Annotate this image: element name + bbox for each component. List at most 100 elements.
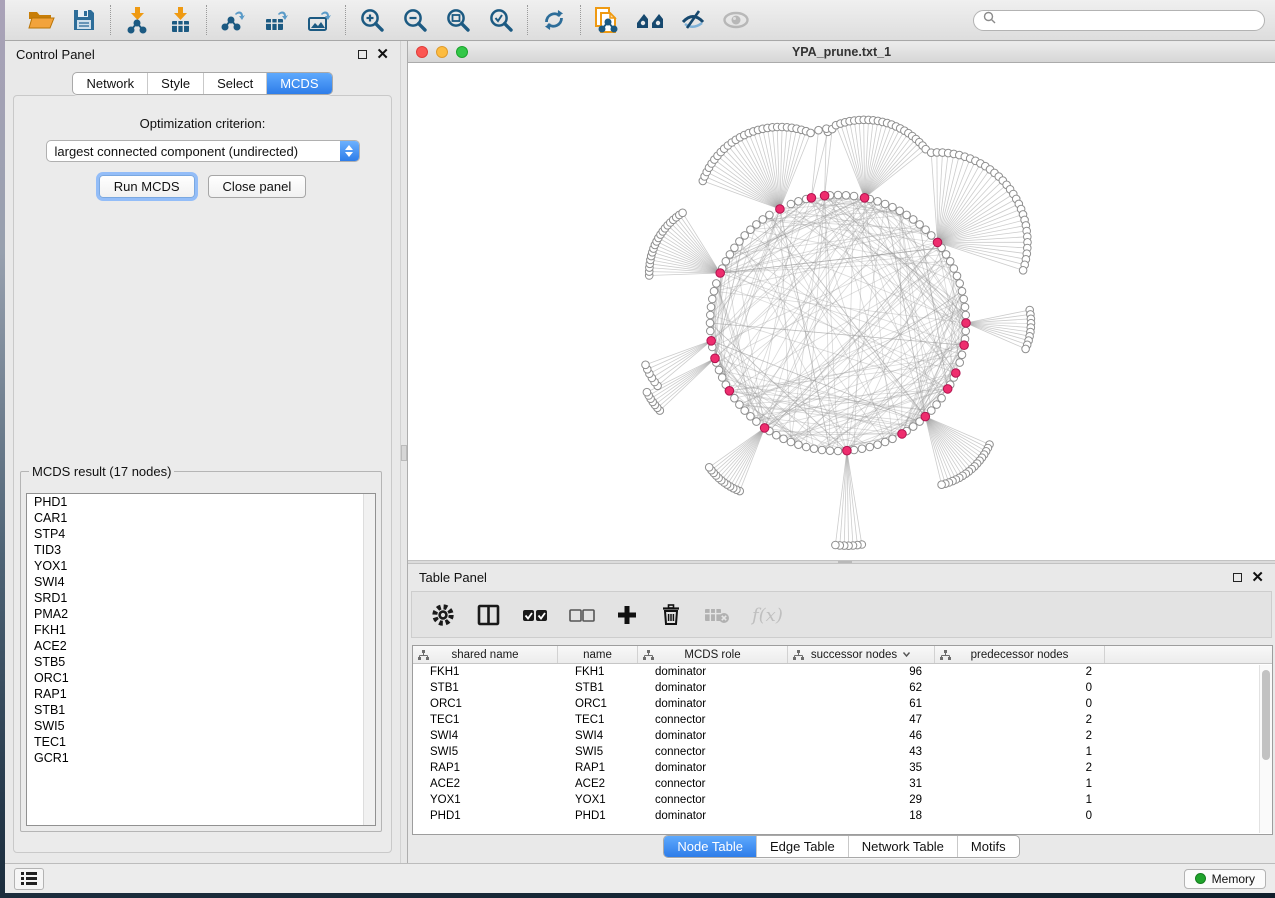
cell-MCDS-role: dominator — [638, 666, 788, 678]
select-all-rows-icon[interactable] — [522, 601, 548, 629]
mcds-result-item: CAR1 — [27, 510, 375, 526]
mcds-result-list: PHD1CAR1STP4TID3YOX1SWI4SRD1PMA2FKH1ACE2… — [26, 493, 376, 826]
svg-text:f(x): f(x) — [751, 605, 783, 626]
save-session-icon[interactable] — [69, 5, 99, 35]
tab-style[interactable]: Style — [147, 73, 203, 94]
import-table-icon[interactable] — [165, 5, 195, 35]
table-scrollbar-thumb[interactable] — [1262, 670, 1270, 760]
zoom-fit-icon[interactable] — [443, 5, 473, 35]
zoom-selected-icon[interactable] — [486, 5, 516, 35]
show-columns-icon[interactable] — [477, 601, 501, 629]
search-input[interactable] — [1002, 12, 1255, 28]
find-icon[interactable] — [635, 5, 665, 35]
table-row[interactable]: YOX1YOX1connector291 — [413, 792, 1272, 808]
cell-MCDS-role: dominator — [638, 682, 788, 694]
network-canvas[interactable] — [408, 63, 1275, 560]
tab-select[interactable]: Select — [203, 73, 266, 94]
cell-shared-name: SWI4 — [413, 730, 558, 742]
table-row[interactable]: ORC1ORC1dominator610 — [413, 696, 1272, 712]
apply-layout-icon[interactable] — [539, 5, 569, 35]
table-row[interactable]: STB1STB1dominator620 — [413, 680, 1272, 696]
vertical-splitter[interactable] — [400, 41, 408, 863]
add-column-icon[interactable] — [616, 601, 638, 629]
search-box[interactable] — [973, 10, 1265, 31]
mcds-result-item: RAP1 — [27, 686, 375, 702]
table-row[interactable]: PHD1PHD1dominator180 — [413, 808, 1272, 824]
column-header-name[interactable]: name — [558, 646, 638, 663]
run-mcds-button[interactable]: Run MCDS — [99, 175, 195, 198]
close-panel-icon[interactable]: ✕ — [376, 50, 389, 59]
search-icon — [983, 11, 996, 29]
cell-predecessor-nodes: 1 — [935, 794, 1105, 806]
splitter-grip[interactable] — [401, 445, 407, 461]
open-session-icon[interactable] — [26, 5, 56, 35]
optimization-criterion-select[interactable]: largest connected component (undirected) — [46, 140, 360, 162]
close-panel-icon[interactable]: ✕ — [1251, 573, 1264, 582]
splitter-grip[interactable] — [838, 561, 852, 563]
select-stepper-icon — [340, 141, 359, 161]
mcds-result-item: STB1 — [27, 702, 375, 718]
export-table-icon[interactable] — [261, 5, 291, 35]
cell-name: TEC1 — [558, 714, 638, 726]
control-panel-title: Control Panel — [16, 47, 95, 62]
toolbar-icon-groups — [15, 5, 762, 35]
cell-predecessor-nodes: 1 — [935, 778, 1105, 790]
cell-successor-nodes: 18 — [788, 810, 935, 822]
cell-successor-nodes: 62 — [788, 682, 935, 694]
tab-mcds[interactable]: MCDS — [266, 73, 331, 94]
mcds-result-item: TID3 — [27, 542, 375, 558]
table-row[interactable]: ACE2ACE2connector311 — [413, 776, 1272, 792]
export-image-icon[interactable] — [304, 5, 334, 35]
cell-shared-name: STB1 — [413, 682, 558, 694]
table-tab-motifs[interactable]: Motifs — [957, 836, 1019, 857]
cell-shared-name: YOX1 — [413, 794, 558, 806]
table-row[interactable]: FKH1FKH1dominator962 — [413, 664, 1272, 680]
float-panel-icon[interactable] — [358, 50, 367, 59]
cell-predecessor-nodes: 1 — [935, 746, 1105, 758]
mcds-list-scrollbar[interactable] — [363, 494, 375, 825]
tab-group: NetworkStyleSelectMCDS — [72, 72, 332, 95]
mcds-result-item: SWI4 — [27, 574, 375, 590]
cell-MCDS-role: connector — [638, 778, 788, 790]
close-window-button[interactable] — [416, 46, 428, 58]
table-row[interactable]: RAP1RAP1dominator352 — [413, 760, 1272, 776]
toggle-graphics-details-icon[interactable] — [678, 5, 708, 35]
cell-predecessor-nodes: 2 — [935, 666, 1105, 678]
network-graph[interactable] — [408, 63, 1270, 560]
column-header-successor-nodes[interactable]: successor nodes — [788, 646, 935, 663]
table-row[interactable]: TEC1TEC1connector472 — [413, 712, 1272, 728]
cell-successor-nodes: 31 — [788, 778, 935, 790]
memory-button[interactable]: Memory — [1184, 869, 1266, 889]
zoom-in-icon[interactable] — [357, 5, 387, 35]
float-panel-icon[interactable] — [1233, 573, 1242, 582]
cell-MCDS-role: dominator — [638, 810, 788, 822]
table-tab-edge-table[interactable]: Edge Table — [756, 836, 848, 857]
table-row[interactable]: SWI5SWI5connector431 — [413, 744, 1272, 760]
optimization-criterion-value: largest connected component (undirected) — [47, 144, 340, 159]
zoom-window-button[interactable] — [456, 46, 468, 58]
column-header-MCDS-role[interactable]: MCDS role — [638, 646, 788, 663]
deselect-all-rows-icon[interactable] — [569, 601, 595, 629]
import-network-icon[interactable] — [122, 5, 152, 35]
column-header-shared-name[interactable]: shared name — [413, 646, 558, 663]
network-view-window: YPA_prune.txt_1 — [408, 42, 1275, 560]
minimize-window-button[interactable] — [436, 46, 448, 58]
table-options-gear-icon[interactable] — [430, 601, 456, 629]
column-header-predecessor-nodes[interactable]: predecessor nodes — [935, 646, 1105, 663]
tab-network[interactable]: Network — [73, 73, 147, 94]
cell-predecessor-nodes: 2 — [935, 730, 1105, 742]
cell-successor-nodes: 61 — [788, 698, 935, 710]
cell-MCDS-role: dominator — [638, 762, 788, 774]
zoom-out-icon[interactable] — [400, 5, 430, 35]
node-table-body: FKH1FKH1dominator962STB1STB1dominator620… — [413, 664, 1272, 824]
close-panel-button[interactable]: Close panel — [208, 175, 307, 198]
table-row[interactable]: SWI4SWI4dominator462 — [413, 728, 1272, 744]
table-tab-network-table[interactable]: Network Table — [848, 836, 957, 857]
table-tab-node-table[interactable]: Node Table — [664, 836, 756, 857]
delete-columns-icon[interactable] — [659, 601, 683, 629]
export-network-icon[interactable] — [218, 5, 248, 35]
cell-predecessor-nodes: 0 — [935, 682, 1105, 694]
table-scrollbar[interactable] — [1259, 665, 1272, 833]
clone-network-icon[interactable] — [592, 5, 622, 35]
panel-menu-button[interactable] — [14, 868, 44, 890]
